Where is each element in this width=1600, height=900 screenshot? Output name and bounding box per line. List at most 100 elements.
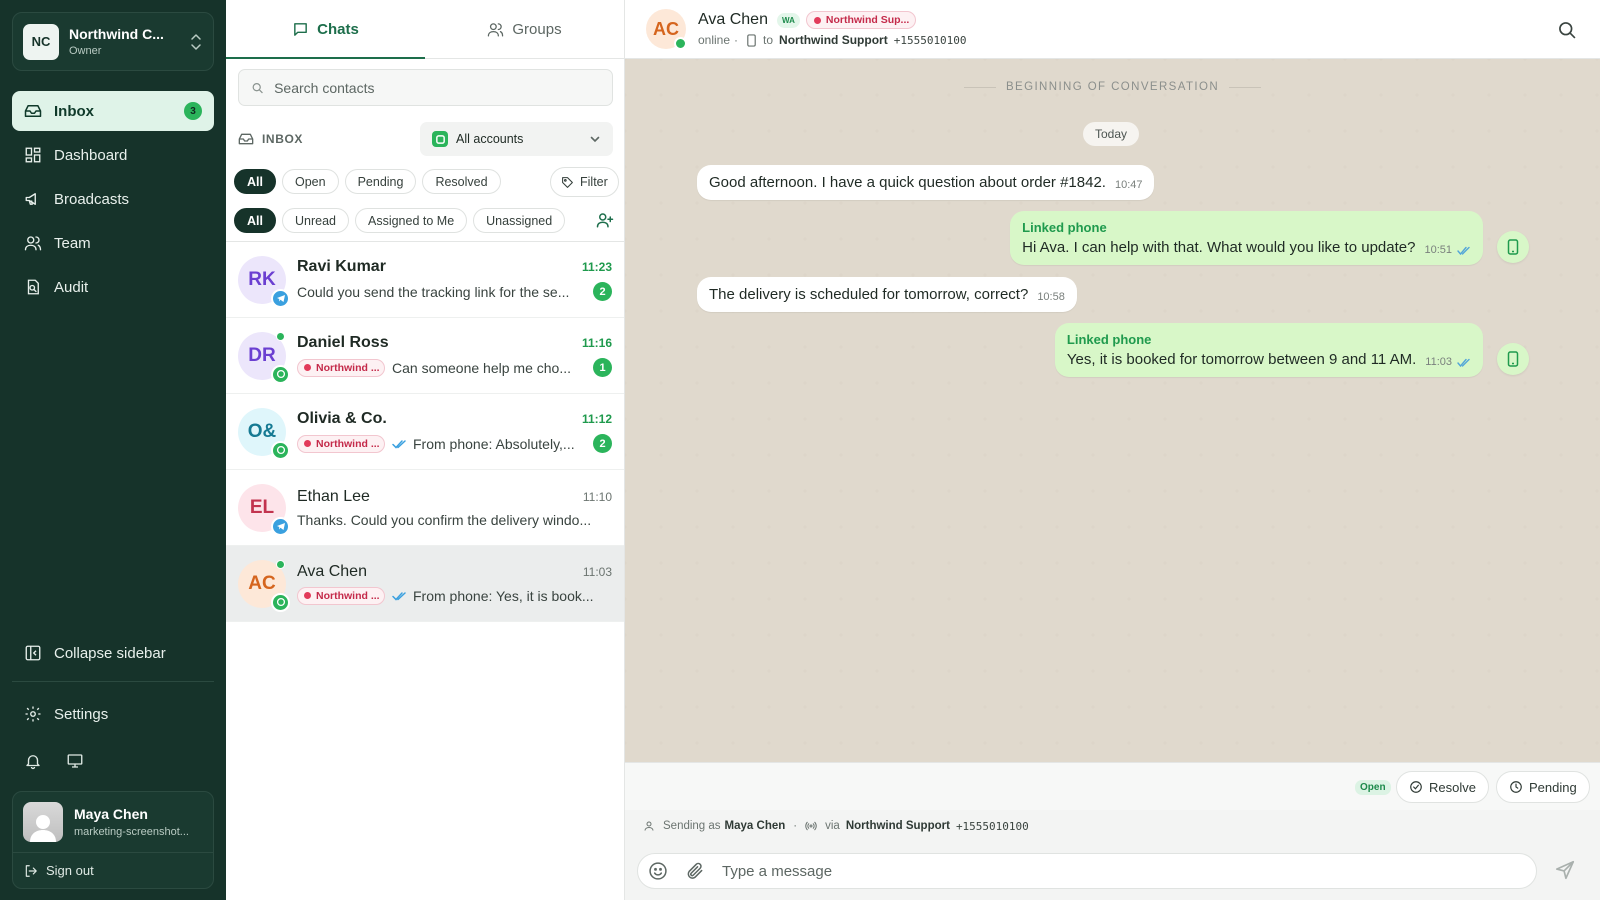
sidebar-item-dashboard[interactable]: Dashboard	[12, 135, 214, 175]
status-filter-open[interactable]: Open	[281, 169, 339, 194]
avatar: RK	[238, 255, 290, 308]
monitor-icon[interactable]	[66, 752, 84, 770]
avatar-initials: DR	[248, 344, 276, 366]
unread-count-badge: 2	[593, 282, 612, 301]
assign-filter-unassigned[interactable]: Unassigned	[473, 208, 566, 233]
tag-icon	[562, 176, 573, 188]
status-filter-all[interactable]: All	[234, 169, 276, 194]
sidebar-item-broadcasts[interactable]: Broadcasts	[12, 179, 214, 219]
pending-button[interactable]: Pending	[1496, 771, 1590, 803]
bell-icon[interactable]	[24, 752, 42, 770]
message-time: 11:16	[581, 336, 612, 350]
filter-button[interactable]: Filter	[550, 167, 619, 197]
chevron-down-icon	[590, 136, 600, 143]
send-icon[interactable]	[1554, 859, 1576, 881]
account-tag: Northwind ...	[297, 586, 385, 605]
list-item[interactable]: DR Daniel Ross 11:16 Northwind ... Can s…	[226, 318, 624, 394]
assign-filter-assigned-to-me[interactable]: Assigned to Me	[354, 208, 468, 233]
online-indicator	[276, 559, 285, 569]
chat-header: AC Ava Chen WA Northwind Sup... online ·…	[625, 0, 1600, 59]
emoji-icon[interactable]	[648, 861, 668, 881]
assign-filter-all[interactable]: All	[234, 208, 276, 233]
sidebar-item-label: Inbox	[54, 102, 94, 120]
tab-label: Groups	[512, 20, 562, 38]
avatar-initials: O&	[247, 420, 277, 442]
collapse-sidebar-button[interactable]: Collapse sidebar	[12, 633, 214, 673]
linked-phone-button[interactable]	[1497, 343, 1529, 375]
inbox-icon	[238, 133, 254, 145]
account-phone: +1555010100	[893, 33, 967, 47]
message-source: Linked phone	[1066, 332, 1152, 347]
settings-button[interactable]: Settings	[12, 694, 214, 734]
sidebar-item-label: Broadcasts	[54, 190, 130, 208]
paperclip-icon[interactable]	[685, 861, 705, 881]
chat-bubble-icon	[294, 22, 308, 36]
unread-count-badge: 1	[593, 358, 612, 377]
status-filter-pending[interactable]: Pending	[344, 169, 417, 194]
avatar: O&	[238, 407, 290, 460]
list-item[interactable]: RK Ravi Kumar 11:23 Could you send the t…	[226, 242, 624, 318]
sidebar: NC Northwind C... Owner Inbox 3 Dashboar…	[0, 0, 226, 900]
user-card: Maya Chen marketing-screenshot... Sign o…	[12, 791, 214, 889]
sidebar-item-audit[interactable]: Audit	[12, 267, 214, 307]
org-role: Owner	[69, 45, 102, 57]
online-indicator	[674, 37, 687, 50]
avatar[interactable]: AC	[646, 9, 687, 50]
account-name: Northwind Support	[779, 33, 888, 47]
sidebar-item-inbox[interactable]: Inbox 3	[12, 91, 214, 131]
linked-phone-button[interactable]	[1497, 231, 1529, 263]
message-preview: Thanks. Could you confirm the delivery w…	[297, 511, 592, 528]
dashboard-icon	[25, 147, 41, 163]
list-item[interactable]: EL Ethan Lee 11:10 Thanks. Could you con…	[226, 470, 624, 546]
status-filter-resolved[interactable]: Resolved	[422, 169, 501, 194]
tab-chats[interactable]: Chats	[226, 0, 425, 59]
filter-label: Filter	[580, 175, 608, 189]
chevron-up-down-icon	[191, 33, 201, 50]
list-item[interactable]: O& Olivia & Co. 11:12 Northwind ... From…	[226, 394, 624, 470]
message-text: Good afternoon. I have a quick question …	[709, 174, 1106, 191]
org-switcher[interactable]: NC Northwind C... Owner	[12, 12, 214, 71]
user-icon	[644, 821, 654, 831]
resolve-button[interactable]: Resolve	[1396, 771, 1489, 803]
message-input[interactable]	[722, 862, 1526, 880]
avatar: DR	[238, 331, 290, 384]
avatar[interactable]	[23, 802, 63, 842]
sign-out-button[interactable]: Sign out	[13, 852, 213, 888]
message-text: The delivery is scheduled for tomorrow, …	[709, 286, 1029, 303]
broadcast-signal-icon	[805, 821, 817, 831]
sidebar-item-label: Dashboard	[54, 146, 128, 164]
separator: ·	[734, 33, 739, 47]
tab-groups[interactable]: Groups	[425, 0, 624, 58]
telegram-icon	[271, 516, 290, 536]
avatar-initials: EL	[249, 496, 275, 518]
avatar: AC	[238, 559, 290, 612]
status-filter-group: All Open Pending Resolved	[234, 169, 501, 194]
avatar: EL	[238, 483, 290, 536]
contact-name: Olivia & Co.	[297, 410, 387, 427]
phone-icon	[747, 33, 756, 47]
conversation-status-bar: Open Resolve Pending	[625, 762, 1600, 810]
double-check-icon	[392, 439, 406, 449]
avatar-initials: AC	[248, 572, 276, 594]
user-plus-icon[interactable]	[596, 211, 614, 229]
message-preview: From phone: Absolutely,...	[413, 435, 575, 452]
double-check-icon	[1457, 246, 1470, 255]
clock-icon	[1510, 781, 1522, 793]
users-icon	[24, 236, 42, 251]
search-input[interactable]	[274, 79, 600, 96]
assign-filter-unread[interactable]: Unread	[281, 208, 349, 233]
sidebar-collapse-icon	[25, 645, 41, 661]
message-time: 11:03	[582, 564, 612, 579]
contact-name: Ravi Kumar	[297, 258, 386, 275]
account-select[interactable]: All accounts	[420, 122, 613, 156]
list-item[interactable]: AC Ava Chen 11:03 Northwind ... From pho…	[226, 546, 624, 622]
org-name: Northwind C...	[69, 26, 164, 42]
message-preview: From phone: Yes, it is book...	[413, 587, 594, 604]
contact-status: online	[698, 33, 731, 47]
sending-account: Northwind Support	[845, 820, 950, 832]
double-check-icon	[392, 591, 406, 601]
account-tag: Northwind Sup...	[805, 11, 916, 29]
sidebar-item-team[interactable]: Team	[12, 223, 214, 263]
search-icon[interactable]	[1557, 20, 1577, 40]
sidebar-item-label: Team	[54, 234, 91, 252]
